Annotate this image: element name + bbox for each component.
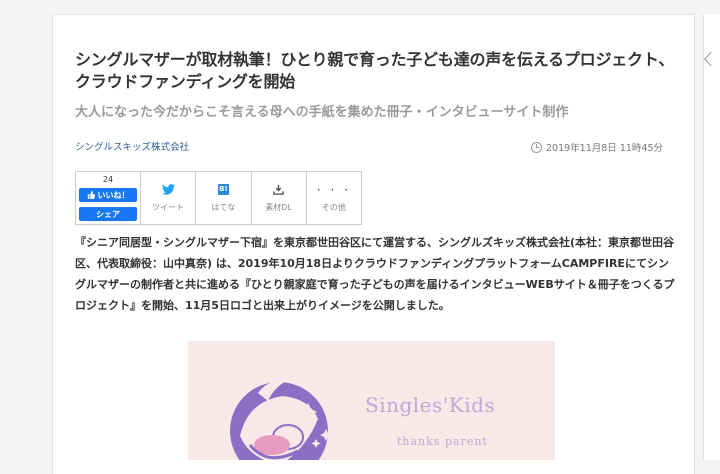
hatena-button[interactable]: B! はてな: [196, 172, 252, 224]
chevron-left-icon[interactable]: [703, 51, 719, 67]
facebook-share: 24 いいね！ シェア: [76, 172, 141, 224]
thumbs-up-icon: [87, 191, 95, 199]
publish-date: 2019年11月8日 11時45分: [531, 140, 663, 154]
more-button[interactable]: · · · その他: [307, 172, 361, 224]
more-label: その他: [321, 202, 346, 212]
article-body: 『シニア同居型・シングルマザー下宿』を東京都世田谷区にて運営する、シングルズキッ…: [75, 236, 675, 312]
tweet-button[interactable]: ツイート: [141, 172, 197, 224]
facebook-like-count: 24: [102, 175, 114, 184]
clock-icon: [531, 141, 542, 153]
logo-tagline: thanks parent: [397, 435, 488, 448]
like-label: いいね！: [97, 190, 130, 200]
facebook-share-button[interactable]: シェア: [79, 207, 137, 221]
logo-wordmark: Singles'Kids: [365, 393, 496, 417]
download-icon: [273, 184, 284, 196]
share-bar: 24 いいね！ シェア ツイート B! はてな 素材DL · · · その他: [75, 171, 362, 225]
company-link[interactable]: シングルスキッズ株式会社: [75, 139, 189, 153]
more-dots-icon: · · ·: [316, 182, 351, 197]
article-subtitle: 大人になった今だからこそ言える母への手紙を集めた冊子・インタビューサイト制作: [75, 105, 569, 120]
material-download-button[interactable]: 素材DL: [252, 172, 307, 224]
article-title: シングルマザーが取材執筆！ひとり親で育った子ども達の声を伝えるプロジェクト、クラ…: [75, 50, 675, 91]
hatena-icon: B!: [217, 184, 229, 195]
hatena-label: はてな: [211, 202, 236, 212]
publish-date-text: 2019年11月8日 11時45分: [546, 143, 664, 154]
twitter-bird-icon: [161, 184, 175, 196]
facebook-like-button[interactable]: いいね！: [79, 188, 137, 202]
tweet-label: ツイート: [152, 202, 185, 212]
side-panel-edge[interactable]: [703, 14, 720, 460]
material-download-label: 素材DL: [265, 202, 292, 212]
